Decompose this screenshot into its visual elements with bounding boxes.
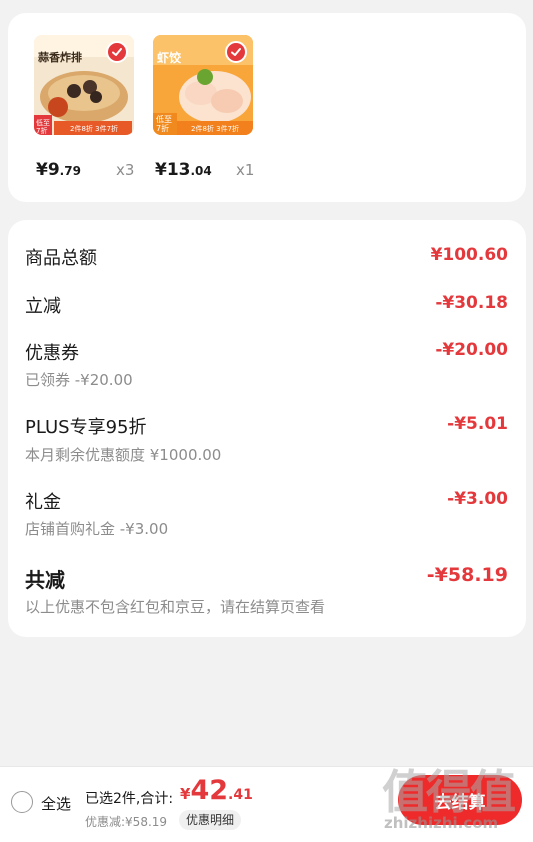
product-thumbnail-2[interactable]: 虾饺 低至7折 2件8折 3件7折: [153, 35, 253, 135]
product-image-title: 蒜香炸排: [38, 51, 82, 64]
product-image-badge: 低至7折: [36, 119, 50, 135]
price-decimal: .79: [59, 164, 81, 178]
selected-check-icon[interactable]: [106, 41, 128, 63]
goods-total-label: 商品总额: [25, 248, 97, 269]
product-image-title: 虾饺: [157, 51, 182, 65]
total-discount-note: 以上优惠不包含红包和京豆，请在结算页查看: [25, 598, 326, 616]
discount-line: 优惠减:¥58.19: [85, 815, 168, 829]
goods-total-value: ¥100.60: [430, 245, 508, 265]
total-currency: ¥: [180, 785, 191, 803]
plus-label: PLUS专享95折: [25, 417, 147, 438]
select-all-radio[interactable]: [11, 791, 33, 813]
discount-detail-button[interactable]: 优惠明细: [179, 810, 242, 830]
total-discount-label: 共减: [25, 568, 65, 592]
price-decimal: .04: [190, 164, 212, 178]
coupon-label: 优惠券: [25, 343, 79, 364]
price-integer: ¥13: [155, 160, 191, 180]
product-thumbnail-1[interactable]: 蒜香炸排 低至7折 2件8折 3件7折: [34, 35, 134, 135]
select-all-label[interactable]: 全选: [41, 793, 71, 814]
product-image-footer: 2件8折 3件7折: [191, 125, 240, 133]
price-integer: ¥9: [36, 160, 60, 180]
watermark-logo: 值得值: [382, 765, 516, 819]
instant-discount-label: 立减: [25, 296, 61, 317]
coupon-value: -¥20.00: [435, 340, 508, 360]
product-qty-2: x1: [236, 161, 255, 179]
product-price-2: ¥13.04: [155, 160, 212, 180]
total-discount-value: -¥58.19: [426, 564, 508, 586]
plus-sub: 本月剩余优惠额度 ¥1000.00: [25, 446, 222, 464]
selected-count-info: 已选2件,合计:: [85, 791, 174, 807]
product-qty-1: x3: [116, 161, 135, 179]
watermark-url: zhizhizhi.com: [384, 814, 499, 832]
plus-value: -¥5.01: [447, 414, 508, 434]
product-image-footer: 2件8折 3件7折: [70, 125, 119, 133]
gift-label: 礼金: [25, 492, 61, 513]
product-price-1: ¥9.79: [36, 160, 81, 180]
total-decimal: .41: [228, 787, 253, 803]
coupon-sub: 已领券 -¥20.00: [25, 371, 133, 389]
selected-check-icon[interactable]: [225, 41, 247, 63]
total-amount: ¥42.41: [180, 775, 253, 806]
discount-summary-card: 商品总额 ¥100.60 立减 -¥30.18 优惠券 -¥20.00 已领券 …: [8, 220, 526, 637]
total-integer: 42: [190, 775, 229, 806]
selected-products-card: 蒜香炸排 低至7折 2件8折 3件7折 ¥9.79 x3 虾饺 低至7折 2件8…: [8, 13, 526, 202]
gift-value: -¥3.00: [447, 489, 508, 509]
gift-sub: 店铺首购礼金 -¥3.00: [25, 520, 169, 538]
product-image-badge: 低至7折: [156, 115, 172, 133]
instant-discount-value: -¥30.18: [435, 293, 508, 313]
